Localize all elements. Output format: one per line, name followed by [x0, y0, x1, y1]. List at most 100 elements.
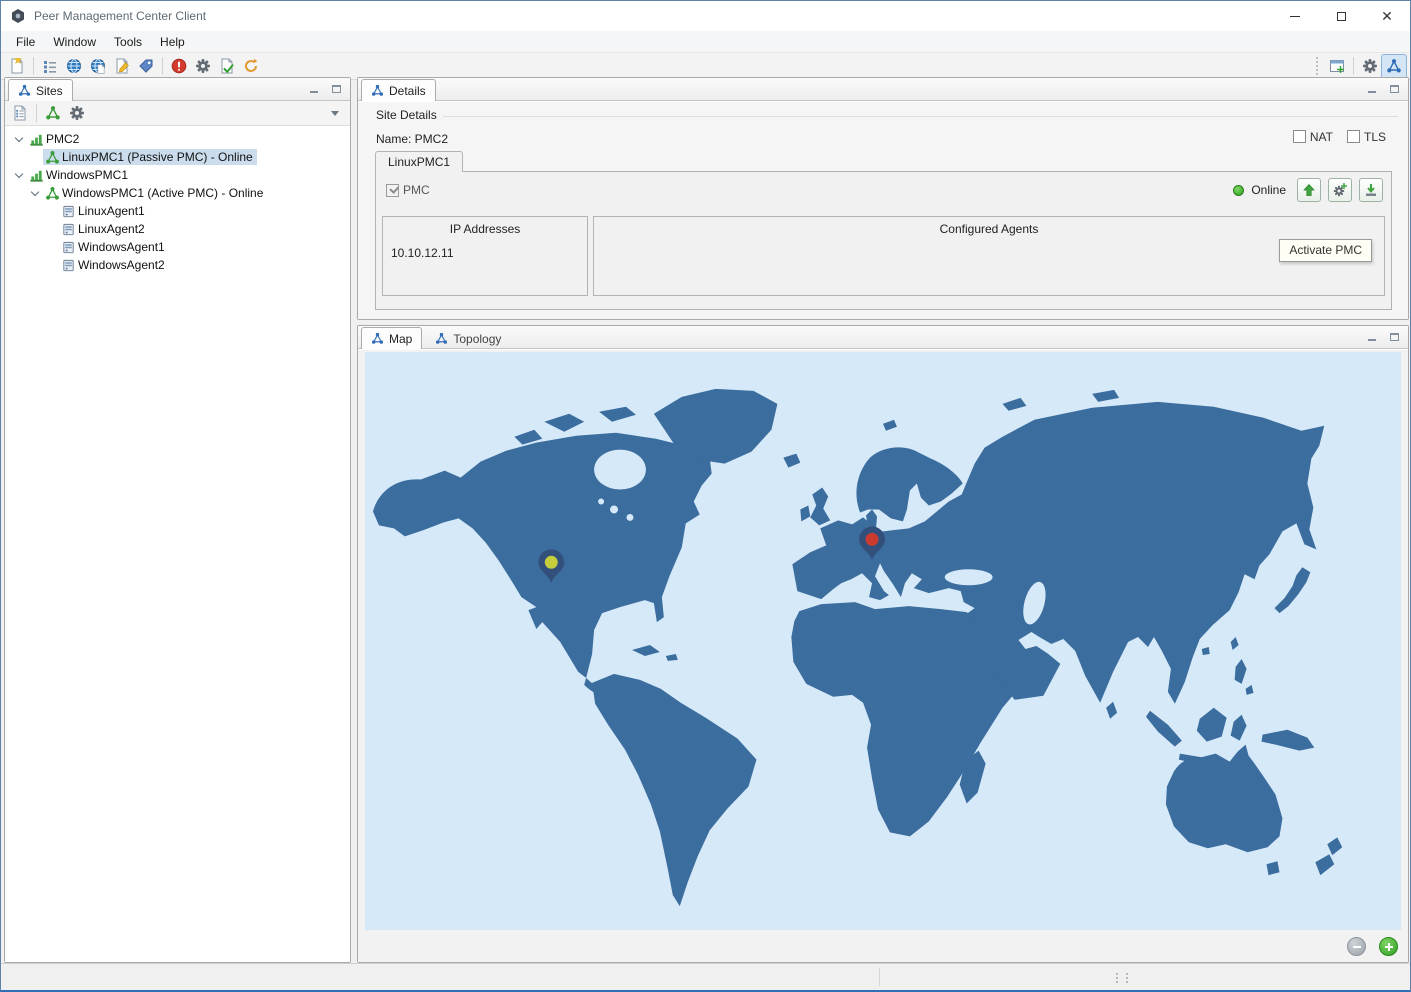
linuxpmc1-tab-label: LinuxPMC1: [388, 155, 451, 169]
reconnect-button[interactable]: [41, 102, 65, 125]
site-icon: [27, 132, 45, 147]
view-menu-button[interactable]: [323, 102, 347, 125]
maximize-button[interactable]: [1318, 1, 1364, 31]
management-gear-icon: [1362, 58, 1378, 74]
map-maximize-button[interactable]: [1386, 330, 1402, 344]
tab-sites[interactable]: Sites: [8, 79, 73, 101]
tree-row-windowsagent2[interactable]: WindowsAgent2: [5, 256, 350, 274]
sites-maximize-button[interactable]: [328, 82, 344, 96]
tree-row-linuxagent1[interactable]: LinuxAgent1: [5, 202, 350, 220]
configure-pmc-button[interactable]: [1328, 178, 1352, 202]
toolbar-separator: [162, 57, 163, 75]
nat-checkbox-box[interactable]: [1292, 130, 1306, 143]
title-bar: Peer Management Center Client ✕: [1, 1, 1410, 31]
activate-pmc-button[interactable]: [1297, 178, 1321, 202]
alerts-button[interactable]: [167, 55, 191, 78]
tab-map[interactable]: Map: [361, 327, 423, 349]
reconnect-icon: [45, 105, 61, 121]
open-perspective-button[interactable]: [1325, 55, 1349, 78]
statusbar-separator: [879, 968, 880, 986]
close-button[interactable]: ✕: [1364, 1, 1410, 31]
web-help-button[interactable]: [86, 55, 110, 78]
tls-checkbox-box[interactable]: [1346, 130, 1360, 143]
expand-chevron-icon[interactable]: [11, 133, 27, 142]
status-cluster: Online: [1233, 178, 1383, 202]
site-name-label: Name: PMC2: [376, 132, 449, 146]
menu-bar: File Window Tools Help: [1, 31, 1410, 53]
map-pin-dot: [544, 555, 558, 569]
statusbar-grip: [1116, 973, 1128, 983]
zoom-out-button[interactable]: [1347, 937, 1366, 956]
tab-details[interactable]: Details: [361, 79, 436, 101]
sites-toolbar: [5, 101, 350, 126]
tree-row-linuxagent2[interactable]: LinuxAgent2: [5, 220, 350, 238]
install-download-icon: [1366, 184, 1376, 196]
tree-row-linuxpmc1[interactable]: LinuxPMC1 (Passive PMC) - Online: [5, 148, 350, 166]
web-help-icon: [90, 58, 106, 74]
expand-chevron-icon[interactable]: [11, 169, 27, 178]
topology-perspective-button[interactable]: [1381, 53, 1407, 79]
nat-label: NAT: [1309, 130, 1333, 144]
sites-settings-button[interactable]: [65, 102, 89, 125]
tab-linuxpmc1[interactable]: LinuxPMC1: [375, 151, 464, 172]
menu-tools[interactable]: Tools: [105, 32, 151, 52]
details-minimize-button[interactable]: [1364, 82, 1380, 96]
pmc-icon: [43, 150, 61, 165]
tags-button[interactable]: [134, 55, 158, 78]
tree-label: PMC2: [46, 132, 80, 146]
sites-minimize-button[interactable]: [306, 82, 322, 96]
minimize-button[interactable]: [1272, 1, 1318, 31]
menu-window[interactable]: Window: [44, 32, 105, 52]
tree-row-windowspmc1-site[interactable]: WindowsPMC1: [5, 166, 350, 184]
install-updates-button[interactable]: [1359, 178, 1383, 202]
sites-panel-header: Sites: [5, 78, 350, 101]
tags-icon: [138, 58, 154, 74]
pmc-detail-content: PMC Online IP Addresses 10.10.12.11 Conf…: [375, 171, 1392, 310]
show-view-button[interactable]: [38, 55, 62, 78]
preferences-button[interactable]: [191, 55, 215, 78]
world-map[interactable]: [365, 352, 1401, 930]
activate-pmc-tooltip: Activate PMC: [1279, 239, 1372, 262]
agent-icon: [59, 222, 77, 237]
main-toolbar: [1, 53, 1410, 80]
map-pin-dot: [865, 532, 879, 546]
jobs-button[interactable]: [215, 55, 239, 78]
tree-row-pmc2[interactable]: PMC2: [5, 130, 350, 148]
toolbar-grip: [1316, 57, 1321, 75]
edit-report-button[interactable]: [110, 55, 134, 78]
agent-icon: [59, 240, 77, 255]
map-tab-icon: [371, 332, 384, 345]
zoom-in-button[interactable]: [1379, 937, 1398, 956]
tree-label: WindowsPMC1 (Active PMC) - Online: [62, 186, 264, 200]
expand-chevron-icon[interactable]: [27, 187, 43, 196]
web-client-button[interactable]: [62, 55, 86, 78]
window-title: Peer Management Center Client: [34, 9, 207, 23]
preferences-icon: [195, 58, 211, 74]
details-maximize-button[interactable]: [1386, 82, 1402, 96]
refresh-icon: [243, 58, 259, 74]
tree-label: WindowsAgent2: [78, 258, 165, 272]
nat-checkbox[interactable]: NAT: [1292, 130, 1333, 144]
tls-label: TLS: [1363, 130, 1386, 144]
refresh-button[interactable]: [239, 55, 263, 78]
tab-topology[interactable]: Topology: [425, 327, 511, 349]
section-divider: [443, 116, 1398, 117]
tls-checkbox[interactable]: TLS: [1346, 130, 1386, 144]
map-minimize-button[interactable]: [1364, 330, 1380, 344]
nat-tls-group: NAT TLS: [1292, 130, 1386, 144]
menu-file[interactable]: File: [7, 32, 44, 52]
maximize-icon: [331, 85, 341, 93]
menu-help[interactable]: Help: [151, 32, 194, 52]
map-zoom-controls: [1347, 937, 1398, 956]
map-body: [358, 350, 1408, 962]
tree-row-windowspmc1-active[interactable]: WindowsPMC1 (Active PMC) - Online: [5, 184, 350, 202]
tree-row-windowsagent1[interactable]: WindowsAgent1: [5, 238, 350, 256]
add-report-button[interactable]: [8, 102, 32, 125]
toolbar-separator: [33, 57, 34, 75]
map-panel-header: Map Topology: [358, 326, 1408, 349]
new-configuration-button[interactable]: [5, 55, 29, 78]
settings-gear-icon: [69, 105, 85, 121]
maximize-icon: [1336, 11, 1346, 21]
details-body: Site Details Name: PMC2 NAT TLS LinuxPMC…: [358, 102, 1408, 319]
management-perspective-button[interactable]: [1358, 55, 1382, 78]
